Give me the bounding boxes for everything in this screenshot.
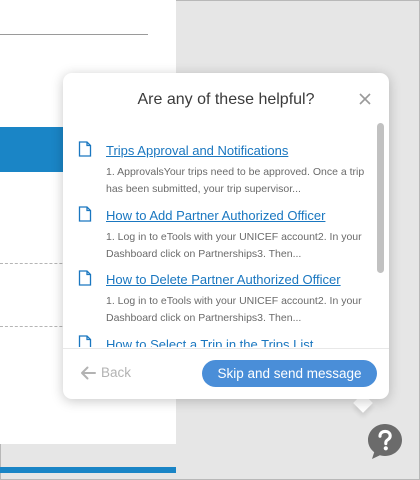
article-item[interactable]: How to Delete Partner Authorized Officer… (63, 262, 373, 326)
article-title[interactable]: Trips Approval and Notifications (106, 143, 288, 158)
article-title[interactable]: How to Select a Trip in the Trips List (106, 337, 313, 347)
back-label: Back (101, 365, 132, 380)
document-icon (78, 335, 92, 347)
article-title[interactable]: How to Delete Partner Authorized Officer (106, 272, 341, 287)
arrow-left-icon (81, 366, 96, 380)
scrollbar-thumb[interactable] (377, 123, 384, 273)
popup-title: Are any of these helpful? (137, 91, 315, 108)
background-divider (0, 34, 148, 35)
article-list[interactable]: Trips Approval and Notifications 1. Appr… (63, 123, 389, 347)
article-snippet: 1. Log in to eTools with your UNICEF acc… (106, 231, 362, 260)
close-icon (359, 93, 371, 105)
document-icon (78, 141, 92, 157)
help-button[interactable] (366, 422, 404, 460)
article-item[interactable]: How to Add Partner Authorized Officer 1.… (63, 198, 373, 262)
help-popup: Are any of these helpful? Trips Approval… (63, 73, 389, 399)
skip-and-send-button[interactable]: Skip and send message (202, 360, 377, 387)
article-snippet: 1. Log in to eTools with your UNICEF acc… (106, 295, 362, 324)
close-button[interactable] (355, 89, 375, 109)
article-item[interactable]: Trips Approval and Notifications 1. Appr… (63, 133, 373, 197)
document-icon (78, 270, 92, 286)
article-item[interactable]: How to Select a Trip in the Trips List (63, 327, 373, 347)
document-icon (78, 206, 92, 222)
question-bubble-icon (368, 424, 402, 459)
background-bottom-bar (0, 467, 176, 473)
article-title[interactable]: How to Add Partner Authorized Officer (106, 208, 325, 223)
footer-divider (63, 348, 389, 349)
article-snippet: 1. ApprovalsYour trips need to be approv… (106, 166, 365, 195)
